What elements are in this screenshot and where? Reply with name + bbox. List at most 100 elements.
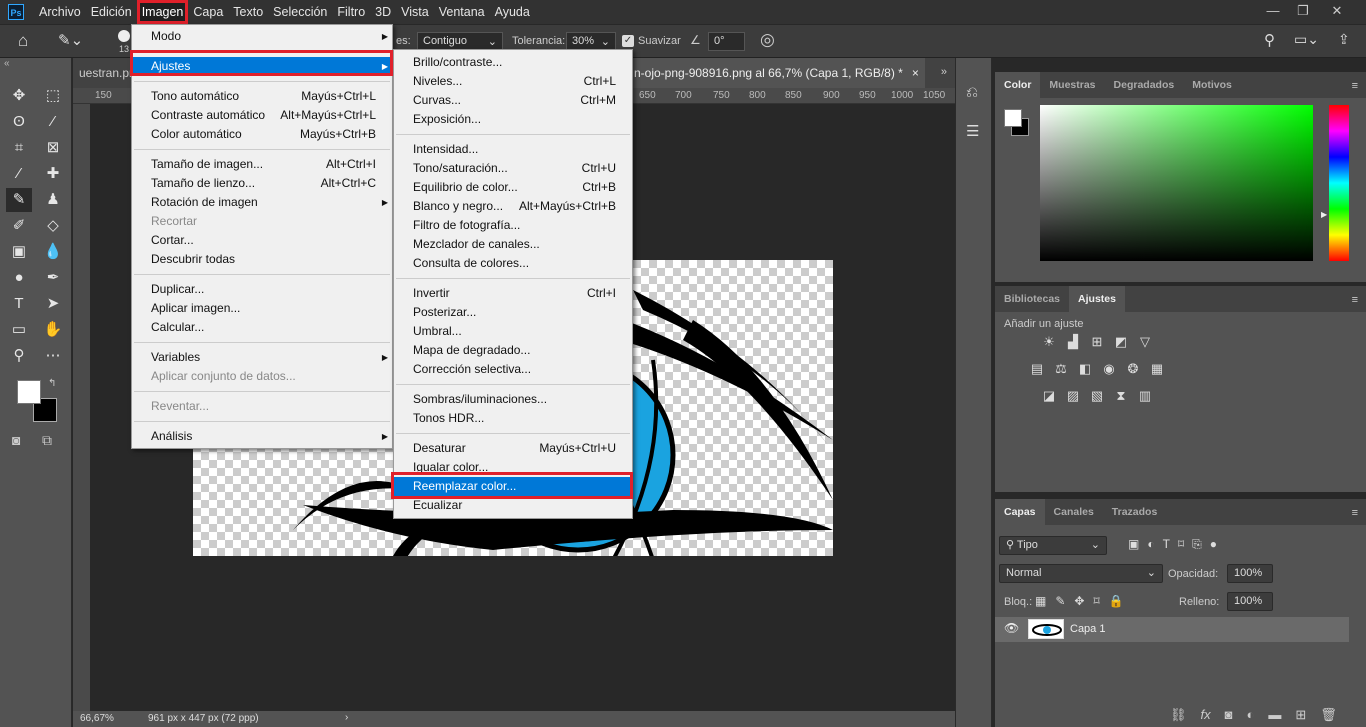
menu-item-umbral[interactable]: Umbral... xyxy=(394,322,632,341)
menu-capa[interactable]: Capa xyxy=(188,0,228,24)
layer-filter-select[interactable]: ⚲ Tipo ⌄ xyxy=(999,536,1107,555)
menu-item-contraste-automático[interactable]: Contraste automático Alt+Mayús+Ctrl+L xyxy=(132,106,392,125)
menu-item-aplicar-imagen[interactable]: Aplicar imagen... xyxy=(132,299,392,318)
mask-icon[interactable]: ◙ xyxy=(1225,707,1233,723)
menu-item-descubrir-todas[interactable]: Descubrir todas xyxy=(132,250,392,269)
threshold-icon[interactable]: ▧ xyxy=(1087,388,1107,404)
menu-item-ecualizar[interactable]: Ecualizar xyxy=(394,496,632,515)
frame-tool-icon[interactable]: ⊠ xyxy=(40,136,66,160)
history-brush-icon[interactable]: ✐ xyxy=(6,214,32,238)
menu-item-aplicar-conjunto-de-datos[interactable]: Aplicar conjunto de datos... xyxy=(132,367,392,386)
group-icon[interactable]: ▬ xyxy=(1268,707,1281,723)
menu-ayuda[interactable]: Ayuda xyxy=(490,0,535,24)
path-select-icon[interactable]: ➤ xyxy=(40,292,66,316)
tab-canales[interactable]: Canales xyxy=(1045,499,1103,525)
color-field[interactable] xyxy=(1040,105,1313,261)
tab-trazados[interactable]: Trazados xyxy=(1103,499,1167,525)
link-icon[interactable]: ⛓ xyxy=(1170,707,1187,723)
tab-motivos[interactable]: Motivos xyxy=(1183,72,1241,98)
menu-seleccion[interactable]: Selección xyxy=(268,0,332,24)
foreground-color-swatch[interactable] xyxy=(17,380,41,404)
more-tabs-icon[interactable]: » xyxy=(941,66,947,78)
restore-icon[interactable]: ❐ xyxy=(1288,0,1318,22)
blur-tool-icon[interactable]: 💧 xyxy=(40,240,66,264)
menu-item-mezclador-de-canales[interactable]: Mezclador de canales... xyxy=(394,235,632,254)
menu-texto[interactable]: Texto xyxy=(228,0,268,24)
brush-preset-icon[interactable]: ✎⌄ xyxy=(58,31,83,49)
menu-item-brillo-contraste[interactable]: Brillo/contraste... xyxy=(394,53,632,72)
menu-item-tamaño-de-lienzo[interactable]: Tamaño de lienzo... Alt+Ctrl+C xyxy=(132,174,392,193)
pen-tool-icon[interactable]: ✒ xyxy=(40,266,66,290)
tab-document-2[interactable]: n-ojo-png-908916.png al 66,7% (Capa 1, R… xyxy=(628,58,925,88)
menu-item-sombras-iluminaciones[interactable]: Sombras/iluminaciones... xyxy=(394,390,632,409)
adjustment-layer-icon[interactable]: ◐ xyxy=(1247,707,1255,723)
levels-icon[interactable]: ▟ xyxy=(1063,334,1083,350)
menu-imagen[interactable]: Imagen xyxy=(136,0,189,24)
menu-item-duplicar[interactable]: Duplicar... xyxy=(132,280,392,299)
menu-item-invertir[interactable]: Invertir Ctrl+I xyxy=(394,284,632,303)
lock-position-icon[interactable]: ✥ xyxy=(1074,594,1084,608)
share-icon[interactable]: ⇪ xyxy=(1338,31,1350,48)
hue-slider-handle[interactable]: ▶ xyxy=(1321,210,1327,219)
posterize-icon[interactable]: ▨ xyxy=(1063,388,1083,404)
menu-item-variables[interactable]: Variables ▶ xyxy=(132,348,392,367)
menu-item-tamaño-de-imagen[interactable]: Tamaño de imagen... Alt+Ctrl+I xyxy=(132,155,392,174)
tab-bibliotecas[interactable]: Bibliotecas xyxy=(995,286,1069,312)
hue-slider[interactable] xyxy=(1329,105,1349,261)
tab-color[interactable]: Color xyxy=(995,72,1041,98)
menu-item-intensidad[interactable]: Intensidad... xyxy=(394,140,632,159)
status-arrow-icon[interactable]: › xyxy=(345,712,348,723)
tab-ajustes[interactable]: Ajustes xyxy=(1069,286,1125,312)
menu-item-posterizar[interactable]: Posterizar... xyxy=(394,303,632,322)
menu-item-curvas[interactable]: Curvas... Ctrl+M xyxy=(394,91,632,110)
color-lookup-icon[interactable]: ▦ xyxy=(1147,361,1167,377)
menu-item-modo[interactable]: Modo ▶ xyxy=(132,27,392,46)
trash-icon[interactable]: 🗑 xyxy=(1320,707,1337,723)
menu-item-cortar[interactable]: Cortar... xyxy=(132,231,392,250)
curves-icon[interactable]: ⊞ xyxy=(1087,334,1107,350)
menu-item-color-automático[interactable]: Color automático Mayús+Ctrl+B xyxy=(132,125,392,144)
menu-archivo[interactable]: Archivo xyxy=(34,0,86,24)
gradient-map-icon[interactable]: ⧗ xyxy=(1111,388,1131,404)
fg-color-swatch[interactable] xyxy=(1004,109,1022,127)
shape-filter-icon[interactable]: ⌑ xyxy=(1178,537,1184,552)
smart-object-filter-icon[interactable]: ⎘ xyxy=(1192,537,1202,552)
properties-icon[interactable]: ☰ xyxy=(966,122,979,140)
exposure-icon[interactable]: ◩ xyxy=(1111,334,1131,350)
filter-toggle-icon[interactable]: ● xyxy=(1210,537,1217,552)
rectangle-tool-icon[interactable]: ▭ xyxy=(6,318,32,342)
channel-mixer-icon[interactable]: ❂ xyxy=(1123,361,1143,377)
search-icon[interactable]: ⚲ xyxy=(1264,31,1275,49)
workspace-icon[interactable]: ▭⌄ xyxy=(1294,31,1319,48)
eyedropper-tool-icon[interactable]: ⁄ xyxy=(6,162,32,186)
quick-mask-icon[interactable]: ◙ xyxy=(12,432,20,448)
vibrance-icon[interactable]: ▽ xyxy=(1135,334,1155,350)
menu-3d[interactable]: 3D xyxy=(370,0,396,24)
magic-wand-tool-icon[interactable]: ⁄ xyxy=(40,110,66,134)
more-tools-icon[interactable]: ⋯ xyxy=(40,344,66,368)
tab-close-icon[interactable]: × xyxy=(912,58,919,88)
dodge-tool-icon[interactable]: ● xyxy=(6,266,32,290)
menu-item-reventar[interactable]: Reventar... xyxy=(132,397,392,416)
type-filter-icon[interactable]: T xyxy=(1163,537,1170,552)
marquee-tool-icon[interactable]: ⬚ xyxy=(40,84,66,108)
pressure-icon[interactable]: ◎ xyxy=(760,30,775,50)
tab-degradados[interactable]: Degradados xyxy=(1105,72,1184,98)
zoom-tool-icon[interactable]: ⚲ xyxy=(6,344,32,368)
menu-item-equilibrio-de-color[interactable]: Equilibrio de color... Ctrl+B xyxy=(394,178,632,197)
lasso-tool-icon[interactable]: ʘ xyxy=(6,110,32,134)
menu-item-mapa-de-degradado[interactable]: Mapa de degradado... xyxy=(394,341,632,360)
menu-item-recortar[interactable]: Recortar xyxy=(132,212,392,231)
menu-item-tono-saturación[interactable]: Tono/saturación... Ctrl+U xyxy=(394,159,632,178)
smooth-checkbox[interactable]: ✓ xyxy=(622,35,634,47)
lock-artboard-icon[interactable]: ⌑ xyxy=(1093,594,1099,608)
history-icon[interactable]: ⎌ xyxy=(966,84,978,101)
angle-input[interactable]: 0° xyxy=(708,32,745,51)
menu-item-niveles[interactable]: Niveles... Ctrl+L xyxy=(394,72,632,91)
selective-color-icon[interactable]: ▥ xyxy=(1135,388,1155,404)
menu-item-ajustes[interactable]: Ajustes ▶ xyxy=(132,57,392,76)
collapse-icon[interactable]: « xyxy=(4,58,10,69)
opacity-input[interactable]: 100% xyxy=(1227,564,1273,583)
menu-edicion[interactable]: Edición xyxy=(86,0,137,24)
screen-mode-icon[interactable]: ⧉ xyxy=(42,432,52,449)
